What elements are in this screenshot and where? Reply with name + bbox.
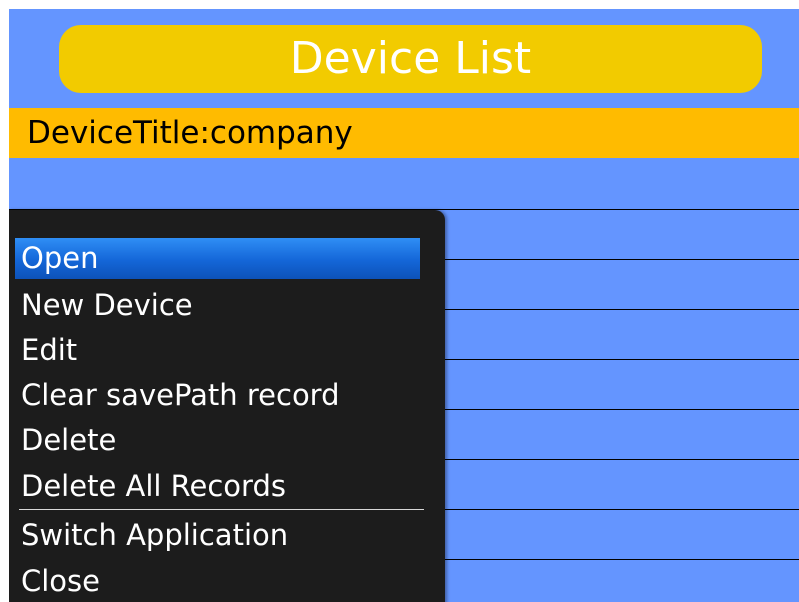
menu-item-edit[interactable]: Edit [15, 330, 420, 371]
menu-item-label: Delete [21, 423, 117, 457]
menu-item-label: Close [21, 564, 100, 598]
device-list-screen: Device List DeviceTitle:company Open New… [9, 9, 799, 602]
list-item-label: DeviceTitle:company [27, 114, 353, 151]
title-bar: Device List [59, 25, 762, 93]
menu-item-switch-application[interactable]: Switch Application [15, 515, 420, 556]
menu-item-label: Open [21, 241, 99, 275]
menu-item-delete-all-records[interactable]: Delete All Records [15, 466, 420, 507]
context-menu: Open New Device Edit Clear savePath reco… [9, 210, 445, 602]
menu-item-new-device[interactable]: New Device [15, 285, 420, 326]
list-item-selected[interactable]: DeviceTitle:company [9, 108, 799, 158]
menu-item-delete[interactable]: Delete [15, 420, 420, 461]
menu-separator [19, 509, 424, 510]
menu-item-open[interactable]: Open [15, 238, 420, 279]
menu-item-label: Switch Application [21, 518, 289, 552]
menu-item-clear-savepath-record[interactable]: Clear savePath record [15, 375, 420, 416]
menu-item-label: New Device [21, 288, 193, 322]
menu-item-label: Clear savePath record [21, 378, 340, 412]
menu-item-label: Edit [21, 333, 78, 367]
menu-item-close[interactable]: Close [15, 561, 420, 602]
page-title: Device List [289, 33, 532, 84]
menu-item-label: Delete All Records [21, 469, 286, 503]
